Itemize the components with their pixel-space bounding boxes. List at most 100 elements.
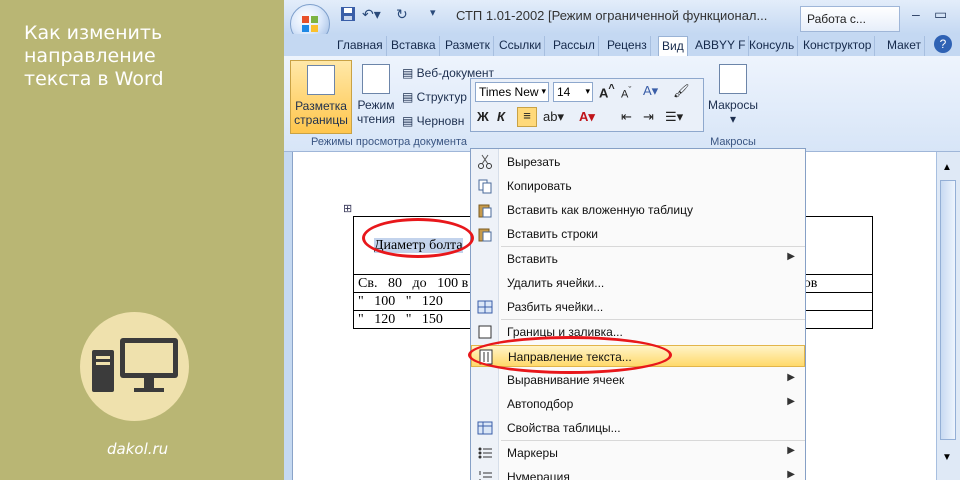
- style-icon[interactable]: A▾: [643, 83, 658, 99]
- font-name-value: Times New: [479, 85, 539, 99]
- save-icon[interactable]: [340, 6, 356, 25]
- tab-view[interactable]: Вид: [658, 36, 688, 56]
- bullets-toolbar-icon[interactable]: ☰▾: [665, 109, 683, 125]
- ribbon-tabs: Главная Вставка Разметк Ссылки Рассыл Ре…: [284, 34, 960, 56]
- menu-item-label: Копировать: [507, 179, 572, 193]
- scrollbar-thumb[interactable]: [940, 180, 956, 440]
- macros-icon: [719, 64, 747, 94]
- split-cells-icon: [477, 300, 493, 314]
- promo-title-line1: Как изменить направление: [24, 22, 163, 67]
- page-layout-label-1: Разметка: [295, 99, 347, 113]
- table-move-handle-icon[interactable]: ⊞: [343, 202, 352, 215]
- tab-review[interactable]: Реценз: [604, 36, 651, 56]
- grow-font-icon[interactable]: A^: [599, 83, 615, 100]
- macros-button[interactable]: Макросы ▾: [704, 60, 762, 134]
- menu-item-bullets[interactable]: Маркеры ▶: [471, 442, 805, 464]
- undo-icon[interactable]: ↶▾: [362, 6, 381, 23]
- table-cell[interactable]: " 100 " 120: [352, 292, 474, 311]
- cell-text: 80: [387, 275, 402, 291]
- submenu-arrow-icon: ▶: [787, 251, 795, 262]
- customize-qa-icon[interactable]: ▾: [430, 6, 436, 19]
- menu-item-numbering[interactable]: Нумерация ▶: [471, 466, 805, 480]
- cell-text: 100 в: [437, 275, 469, 291]
- shrink-font-icon[interactable]: Aˇ: [621, 85, 631, 101]
- tab-table-layout[interactable]: Макет: [884, 36, 925, 56]
- scissors-icon: [478, 154, 492, 169]
- font-name-field[interactable]: Times New ▾: [475, 82, 549, 102]
- menu-separator: [501, 246, 805, 247]
- decrease-indent-icon[interactable]: ⇤: [621, 109, 632, 125]
- promo-title-line2: текста в Word: [24, 68, 164, 90]
- paste-icon: [478, 204, 492, 218]
- context-tab-table-tools[interactable]: Работа с...: [800, 6, 900, 32]
- menu-item-label: Автоподбор: [507, 397, 574, 411]
- menu-item-label: Вставить строки: [507, 227, 598, 241]
- menu-item-autofit[interactable]: Автоподбор ▶: [471, 393, 805, 415]
- menu-item-split-cells[interactable]: Разбить ячейки...: [471, 296, 805, 318]
- font-size-field[interactable]: 14 ▾: [553, 82, 593, 102]
- tab-design[interactable]: Конструктор: [800, 36, 876, 56]
- tab-references[interactable]: Ссылки: [496, 36, 546, 56]
- menu-separator: [501, 319, 805, 320]
- help-icon[interactable]: ?: [934, 35, 952, 53]
- web-layout-icon: ▤: [402, 66, 417, 80]
- reading-view-icon: [362, 64, 390, 94]
- draft-button[interactable]: ▤ Черновн: [402, 114, 464, 128]
- menu-item-insert-rows[interactable]: Вставить строки: [471, 223, 805, 245]
- highlight-icon[interactable]: ab▾: [543, 109, 564, 125]
- menu-item-label: Выравнивание ячеек: [507, 373, 625, 387]
- scroll-up-icon[interactable]: ▲: [942, 162, 952, 173]
- reading-view-button[interactable]: Режим чтения: [354, 60, 398, 134]
- macros-dropdown-icon: ▾: [729, 112, 737, 126]
- restore-icon[interactable]: ▭: [934, 6, 947, 23]
- menu-item-cell-alignment[interactable]: Выравнивание ячеек ▶: [471, 369, 805, 391]
- cell-text: Св.: [358, 275, 378, 291]
- context-menu: Вырезать Копировать Вставить как вложенн…: [470, 148, 806, 480]
- tab-home[interactable]: Главная: [334, 36, 387, 56]
- office-logo-icon: [302, 16, 318, 32]
- font-color-icon[interactable]: A▾: [579, 109, 595, 125]
- menu-item-insert[interactable]: Вставить ▶: [471, 248, 805, 270]
- menu-item-table-properties[interactable]: Свойства таблицы...: [471, 417, 805, 439]
- draft-icon: ▤: [402, 114, 417, 128]
- tab-abbyy[interactable]: ABBYY F: [692, 36, 750, 56]
- menu-item-paste-nested-table[interactable]: Вставить как вложенную таблицу: [471, 199, 805, 221]
- page-layout-icon: [307, 65, 335, 95]
- outline-button[interactable]: ▤ Структур: [402, 90, 467, 104]
- promo-panel: Как изменить направление текста в Word d…: [0, 0, 284, 480]
- submenu-arrow-icon: ▶: [787, 396, 795, 407]
- vertical-scrollbar[interactable]: ▲ ▼: [936, 152, 960, 480]
- tab-mailings[interactable]: Рассыл: [550, 36, 599, 56]
- menu-item-copy[interactable]: Копировать: [471, 175, 805, 197]
- italic-button[interactable]: К: [497, 109, 505, 124]
- menu-item-delete-cells[interactable]: Удалить ячейки...: [471, 272, 805, 294]
- increase-indent-icon[interactable]: ⇥: [643, 109, 654, 125]
- tab-layout[interactable]: Разметк: [442, 36, 494, 56]
- copy-icon: [478, 179, 492, 194]
- tab-consultant[interactable]: Консуль: [746, 36, 799, 56]
- tab-insert[interactable]: Вставка: [388, 36, 440, 56]
- mini-toolbar: Times New ▾ 14 ▾ A^ Aˇ A▾ 🖌 Ж К ≡ ab▾ A▾…: [470, 78, 704, 132]
- borders-icon: [478, 325, 492, 339]
- font-size-value: 14: [557, 85, 571, 99]
- format-painter-icon[interactable]: 🖌: [673, 83, 690, 99]
- scroll-down-icon[interactable]: ▼: [942, 452, 952, 463]
- minimize-icon[interactable]: –: [912, 6, 920, 22]
- reading-label-2: чтения: [356, 112, 396, 126]
- bold-button[interactable]: Ж: [477, 109, 489, 124]
- title-bar: ↶▾ ↻ ▾ СТП 1.01-2002 [Режим ограниченной…: [284, 0, 960, 44]
- redo-icon[interactable]: ↻: [396, 6, 408, 23]
- table-cell[interactable]: " 120 " 150: [352, 310, 474, 329]
- site-label: dakol.ru: [107, 440, 169, 458]
- page-layout-view-button[interactable]: Разметка страницы: [290, 60, 352, 134]
- submenu-arrow-icon: ▶: [787, 372, 795, 383]
- numbering-icon: [479, 471, 492, 480]
- promo-title: Как изменить направление текста в Word: [24, 22, 284, 91]
- align-center-icon[interactable]: ≡: [517, 107, 537, 127]
- table-cell[interactable]: Св. 80 до 100 в: [352, 274, 474, 293]
- highlight-ellipse-menu-item: [468, 336, 672, 374]
- submenu-arrow-icon: ▶: [787, 469, 795, 480]
- cell-text: до: [412, 275, 427, 291]
- menu-item-cut[interactable]: Вырезать: [471, 151, 805, 173]
- menu-item-label: Нумерация: [507, 470, 570, 480]
